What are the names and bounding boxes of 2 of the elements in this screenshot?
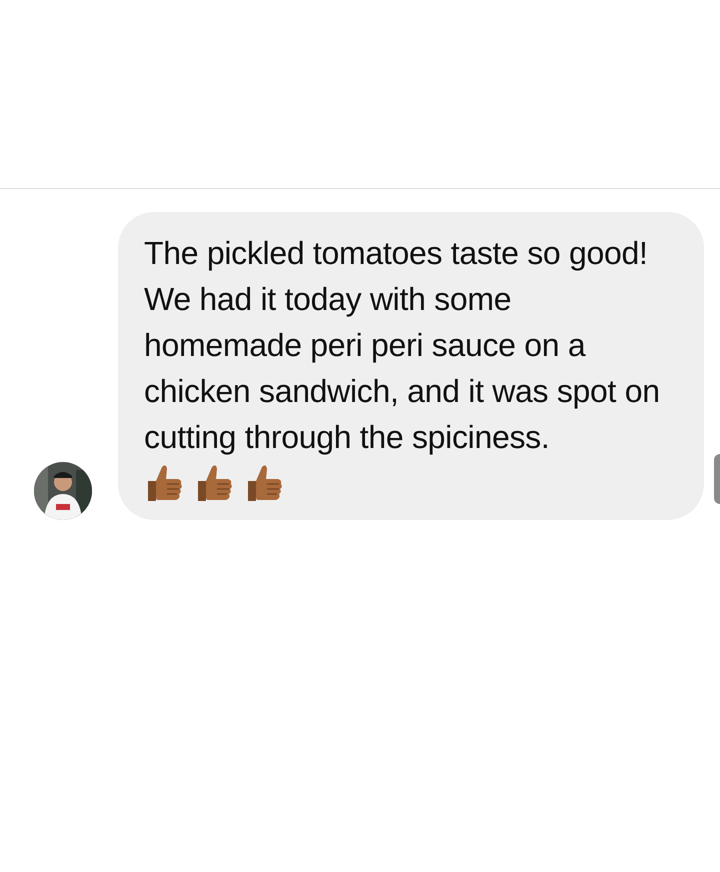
message-text: We had it today with some homemade peri peri sauce on a chicken sandwich, and it was spot on cutting through the spiciness.: [144, 280, 661, 457]
message-text: The pickled tomatoes taste so good!: [144, 234, 649, 273]
